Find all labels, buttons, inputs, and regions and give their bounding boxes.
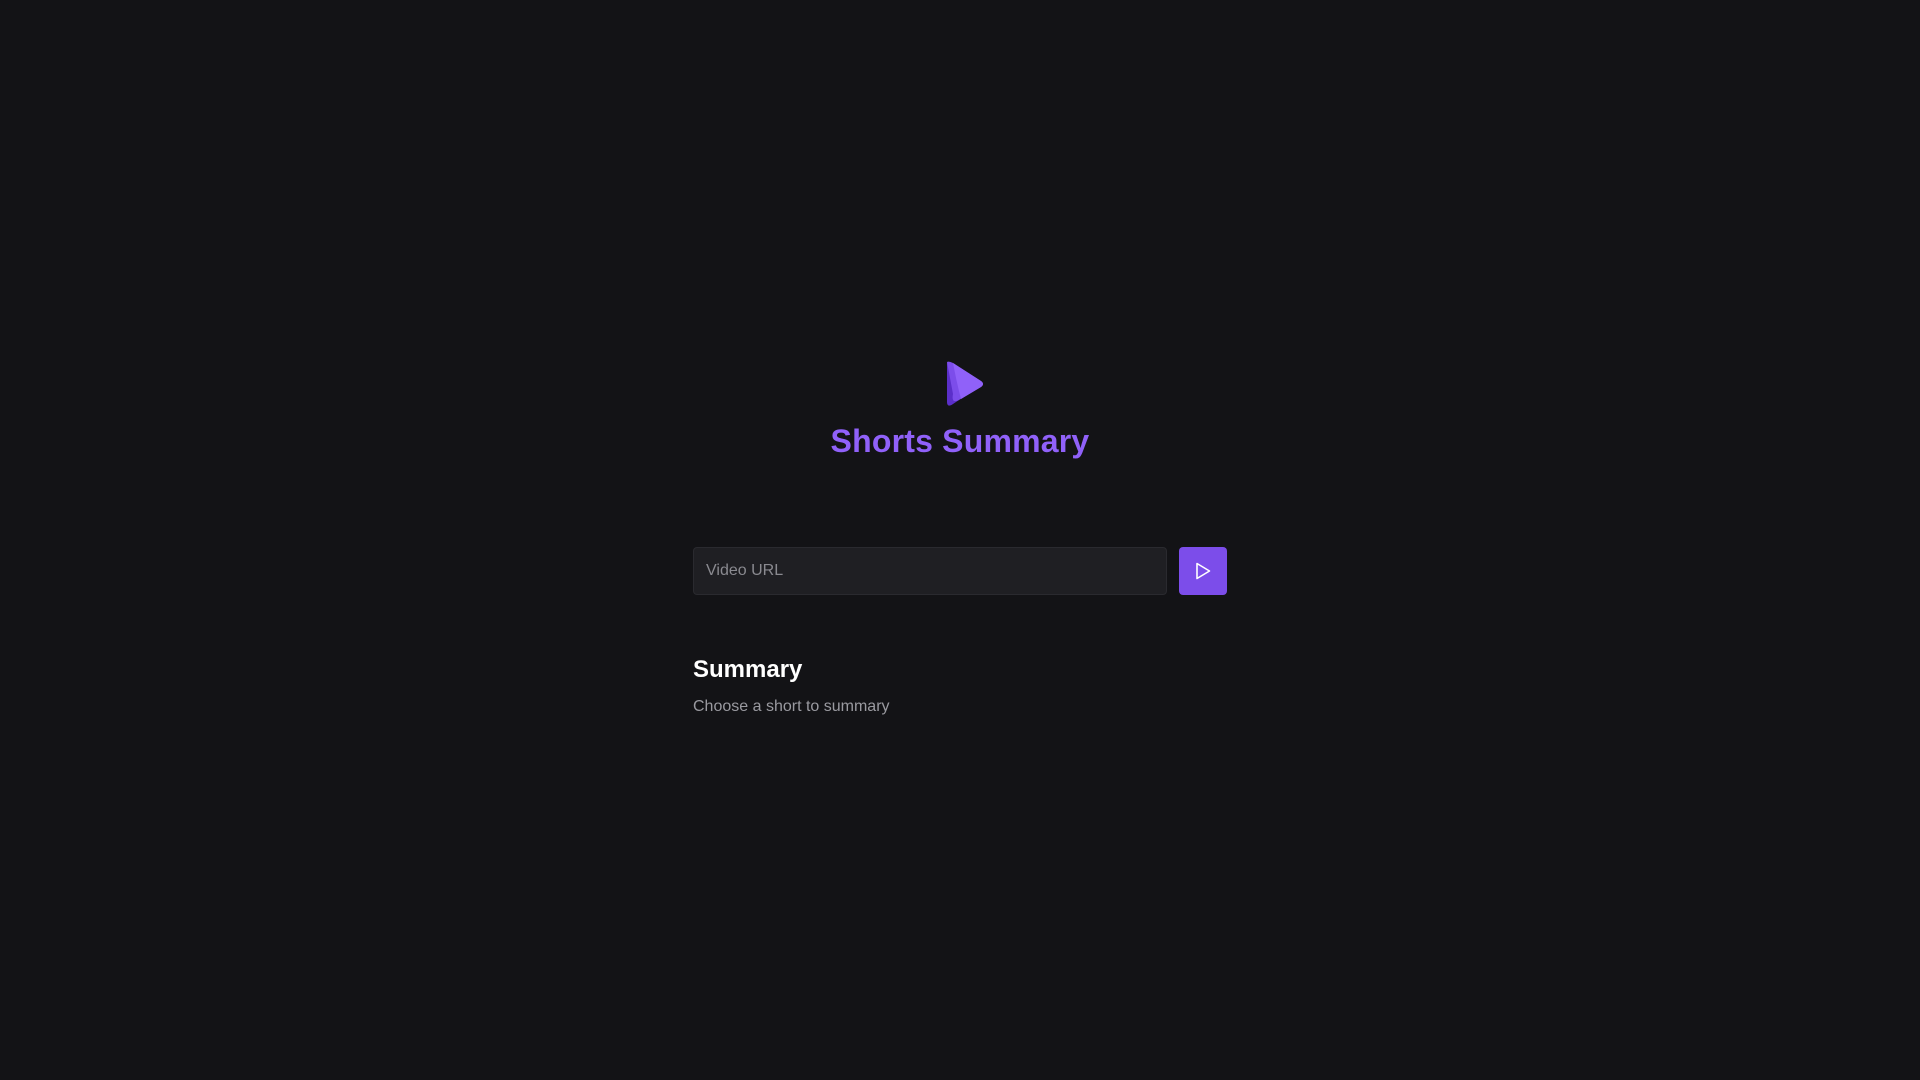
summary-heading: Summary xyxy=(693,656,803,683)
video-url-input[interactable] xyxy=(693,547,1167,595)
summary-section: Summary Choose a short to summary xyxy=(693,656,1227,716)
play-logo-icon xyxy=(947,361,983,406)
submit-play-button[interactable] xyxy=(1179,547,1227,595)
app-title: Shorts Summary xyxy=(830,423,1090,459)
play-icon xyxy=(1196,562,1211,580)
page: Shorts Summary Summary Choose a short to… xyxy=(0,0,1920,1080)
hero-header: Shorts Summary xyxy=(0,360,1920,460)
summary-text: Choose a short to summary xyxy=(693,698,890,715)
url-form xyxy=(693,547,1227,595)
